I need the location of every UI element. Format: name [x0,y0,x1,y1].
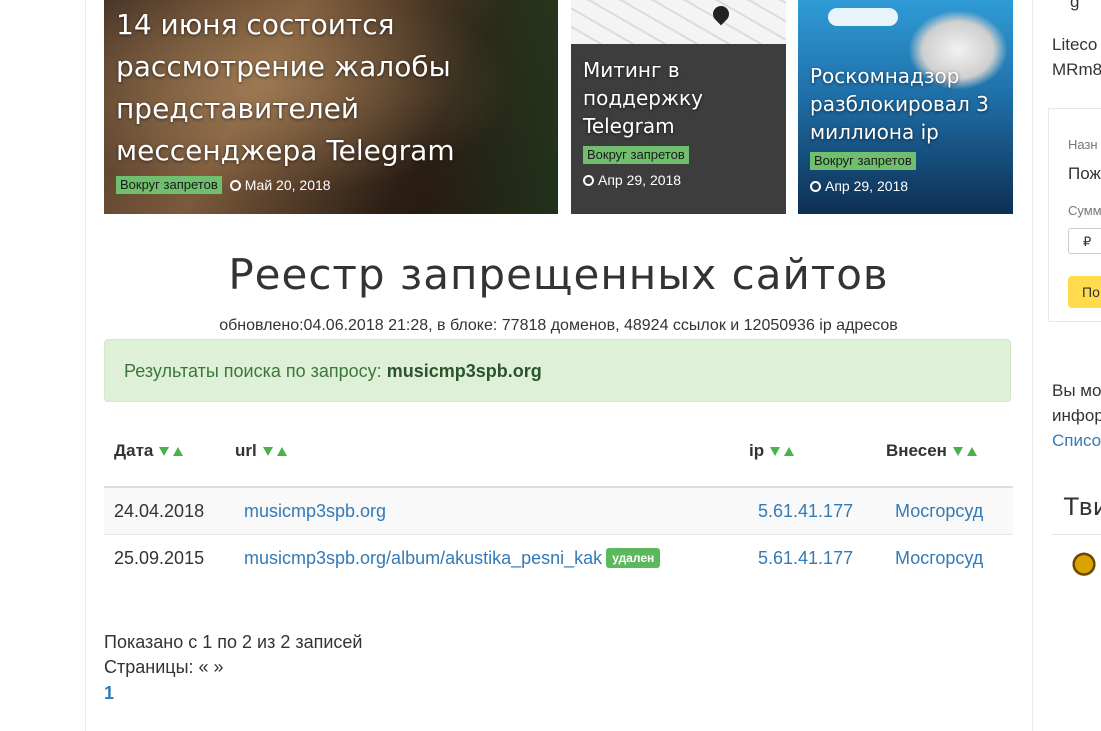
news-card-date: Апр 29, 2018 [598,172,682,188]
table-row: 24.04.2018 musicmp3spb.org 5.61.41.177 М… [104,488,1013,535]
search-query: musicmp3spb.org [386,361,542,381]
sort-asc-icon[interactable] [276,446,287,456]
sort-desc-icon[interactable] [952,446,963,456]
sort-desc-icon[interactable] [159,446,170,456]
sort-desc-icon[interactable] [770,446,781,456]
row-ip-link[interactable]: 5.61.41.177 [758,548,853,569]
row-url-link[interactable]: musicmp3spb.org/album/akustika_pesni_kak [244,548,602,568]
row-court-link[interactable]: Мосгорсуд [895,501,983,522]
news-card-date: Апр 29, 2018 [825,178,909,194]
search-result-label: Результаты поиска по запросу: [124,361,382,381]
sort-desc-icon[interactable] [262,446,273,456]
left-column-divider [85,0,86,731]
search-result-alert: Результаты поиска по запросу: musicmp3sp… [104,339,1011,402]
map-image [571,0,786,44]
news-card-title[interactable]: 14 июня состоится рассмотрение жалобы пр… [116,4,476,172]
news-card-1[interactable]: 14 июня состоится рассмотрение жалобы пр… [104,0,558,214]
crypto-wallet-name: Liteco [1052,35,1098,54]
donation-amount-label: Сумм [1068,203,1101,218]
donation-purpose-label: Назн [1068,137,1098,152]
row-date: 24.04.2018 [114,501,205,521]
registry-update-info: обновлено:04.06.2018 21:28, в блоке: 778… [219,317,898,334]
donate-button[interactable]: По [1068,276,1101,308]
row-url-link[interactable]: musicmp3spb.org [244,501,386,522]
sidebar-cut-text: g [1070,0,1080,11]
records-summary: Показано с 1 по 2 из 2 записей [104,632,363,652]
cloud-image [828,8,898,26]
row-ip-link[interactable]: 5.61.41.177 [758,501,853,522]
sidebar-heading-rule [1052,534,1101,535]
donation-amount-input[interactable]: ₽ [1068,228,1101,254]
row-date: 25.09.2015 [114,548,205,568]
column-header-url[interactable]: url [235,441,287,461]
deleted-badge: удален [606,548,661,568]
page-title: Реестр запрещенных сайтов [228,250,889,299]
news-card-date: Май 20, 2018 [244,177,331,193]
clock-icon [583,175,594,186]
sort-asc-icon[interactable] [784,446,795,456]
pagination-page-1[interactable]: 1 [104,683,114,704]
table-row: 25.09.2015 musicmp3spb.org/album/akustik… [104,535,1013,581]
sidebar-text-line2: инфор [1052,406,1101,425]
news-card-title[interactable]: Роскомнадзор разблокировал 3 миллиона ip [810,62,1000,146]
clock-icon [810,181,821,192]
currency-symbol: ₽ [1083,234,1092,249]
news-card-tag[interactable]: Вокруг запретов [583,146,689,164]
news-card-tag[interactable]: Вокруг запретов [810,152,916,170]
column-header-date[interactable]: Дата [114,441,184,461]
right-column-divider [1032,0,1033,731]
sidebar-twitter-heading: Тви [1064,493,1101,521]
donation-purpose-value[interactable]: Пож [1068,164,1101,184]
sort-asc-icon[interactable] [173,446,184,456]
column-header-court[interactable]: Внесен [886,441,977,461]
news-card-2[interactable]: Митинг в поддержку Telegram Вокруг запре… [571,0,786,214]
news-card-title[interactable]: Митинг в поддержку Telegram [583,56,713,140]
row-court-link[interactable]: Мосгорсуд [895,548,983,569]
column-header-ip[interactable]: ip [749,441,795,461]
emblem-avatar-icon [1068,548,1100,584]
sidebar-text-line1: Вы мо [1052,381,1101,400]
news-card-tag[interactable]: Вокруг запретов [116,176,222,194]
sort-asc-icon[interactable] [966,446,977,456]
pagination-label[interactable]: Страницы: « » [104,657,224,678]
news-card-3[interactable]: Роскомнадзор разблокировал 3 миллиона ip… [798,0,1013,214]
sidebar-list-link[interactable]: Списо [1052,431,1101,451]
clock-icon [229,180,241,191]
crypto-wallet-address: MRm8 [1052,60,1101,79]
